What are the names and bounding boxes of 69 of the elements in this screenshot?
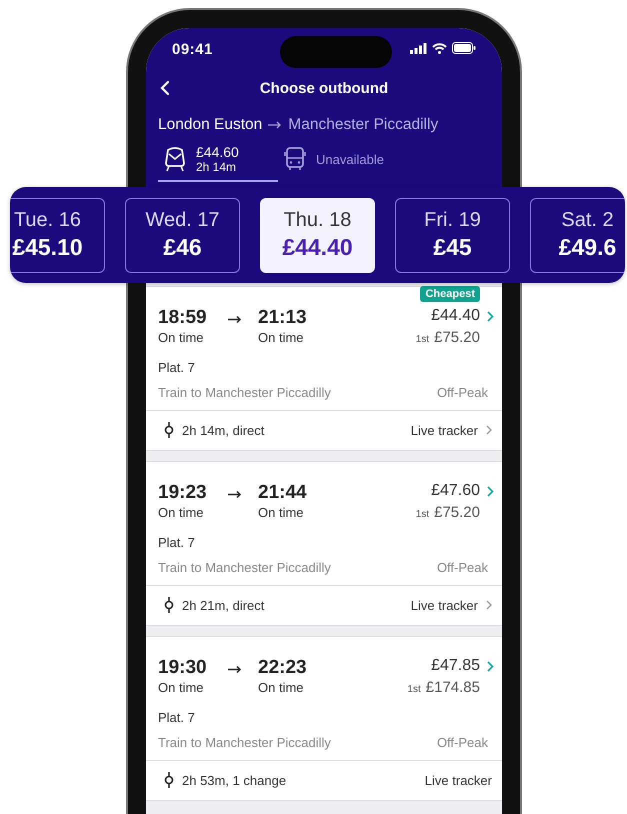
- arrival-time: 21:13: [258, 307, 308, 329]
- departure-status: On time: [158, 680, 205, 695]
- journey-card[interactable]: 19:30 On time 22:23 On time £47.85 1st £174.85 Plat. 7 Train to Manchester Piccadilly Off-Peak 2h 53m, 1 change Live tracker: [146, 636, 502, 801]
- first-class-price: £75.20: [434, 504, 480, 521]
- first-class-price: £174.85: [426, 679, 480, 696]
- route-stop-icon: [164, 597, 174, 613]
- departure-time: 18:59: [158, 307, 208, 329]
- arrival-status: On time: [258, 680, 305, 695]
- journey-summary: 2h 14m, direct: [182, 422, 264, 438]
- arrival-time: 21:44: [258, 482, 308, 504]
- arrow-icon: [268, 121, 282, 129]
- date-tab[interactable]: Wed. 17 £46: [125, 198, 240, 272]
- journey-summary: 2h 21m, direct: [182, 598, 264, 612]
- arrow-icon: [228, 315, 242, 324]
- service-text: Train to Manchester Piccadilly: [158, 735, 331, 750]
- standard-price: £47.60: [431, 482, 480, 500]
- date-tab[interactable]: Thu. 18 £44.40: [260, 198, 375, 272]
- arrow-icon: [228, 490, 242, 499]
- fare-type: Off-Peak: [436, 735, 488, 750]
- platform-text: Plat. 7: [158, 710, 196, 725]
- back-icon[interactable]: [160, 80, 170, 96]
- journey-summary: 2h 53m, 1 change: [182, 772, 286, 788]
- signal-icon: [410, 42, 427, 54]
- status-time: 09:41: [172, 40, 213, 58]
- departure-time: 19:23: [158, 482, 208, 504]
- screen-title: Choose outbound: [260, 80, 388, 96]
- arrival-time: 22:23: [258, 657, 308, 679]
- arrival-status: On time: [258, 505, 305, 520]
- journey-card[interactable]: Cheapest 18:59 On time 21:13 On time £44.40 1st £75.20 Plat. 7 Train to Manchester Piccadilly Off-Peak 2h 14m, direct Live tracker: [146, 286, 502, 451]
- chevron-icon: [487, 660, 494, 672]
- first-class-label: 1st: [416, 334, 430, 345]
- date-tab[interactable]: Tue. 16 £45.10: [10, 198, 105, 272]
- service-text: Train to Manchester Piccadilly: [158, 385, 331, 400]
- chevron-icon: [487, 486, 494, 496]
- journey-card[interactable]: 19:23 On time 21:44 On time £47.60 1st £75.20 Plat. 7 Train to Manchester Piccadilly Off-Peak 2h 21m, direct Live tracker: [146, 461, 502, 626]
- standard-price: £47.85: [431, 657, 480, 675]
- departure-time: 19:30: [158, 657, 208, 679]
- battery-icon: [452, 42, 476, 54]
- standard-price: £44.40: [431, 307, 480, 325]
- mode-duration: 2h 14m: [196, 160, 238, 174]
- route-destination: Manchester Piccadilly: [288, 116, 438, 134]
- departure-status: On time: [158, 505, 205, 520]
- route-stop-icon: [164, 422, 174, 438]
- cheapest-badge: Cheapest: [420, 286, 480, 302]
- platform-text: Plat. 7: [158, 535, 196, 550]
- first-class-label: 1st: [416, 509, 430, 520]
- fare-type: Off-Peak: [436, 385, 488, 400]
- first-class-label: 1st: [407, 684, 421, 695]
- mode-price: £44.60: [196, 144, 239, 160]
- bus-icon: [284, 147, 306, 171]
- live-tracker-link[interactable]: Live tracker: [410, 598, 478, 612]
- date-tab[interactable]: Sat. 2 £49.6: [530, 198, 625, 272]
- fare-type: Off-Peak: [436, 560, 488, 575]
- chevron-icon: [487, 310, 494, 322]
- service-text: Train to Manchester Piccadilly: [158, 560, 331, 575]
- first-class-price: £75.20: [434, 329, 480, 346]
- arrow-icon: [228, 665, 242, 674]
- mode-tab[interactable]: £44.60 2h 14m: [158, 140, 278, 182]
- date-tab[interactable]: Fri. 19 £45: [395, 198, 510, 272]
- live-tracker-link[interactable]: Live tracker: [410, 422, 478, 438]
- departure-status: On time: [158, 330, 205, 345]
- platform-text: Plat. 7: [158, 360, 196, 375]
- route-origin: London Euston: [158, 116, 262, 134]
- wifi-icon: [432, 42, 447, 54]
- mode-label: Unavailable: [316, 152, 384, 166]
- arrival-status: On time: [258, 330, 305, 345]
- live-tracker-link[interactable]: Live tracker: [424, 772, 492, 788]
- route-stop-icon: [164, 772, 174, 788]
- train-icon: [164, 146, 186, 172]
